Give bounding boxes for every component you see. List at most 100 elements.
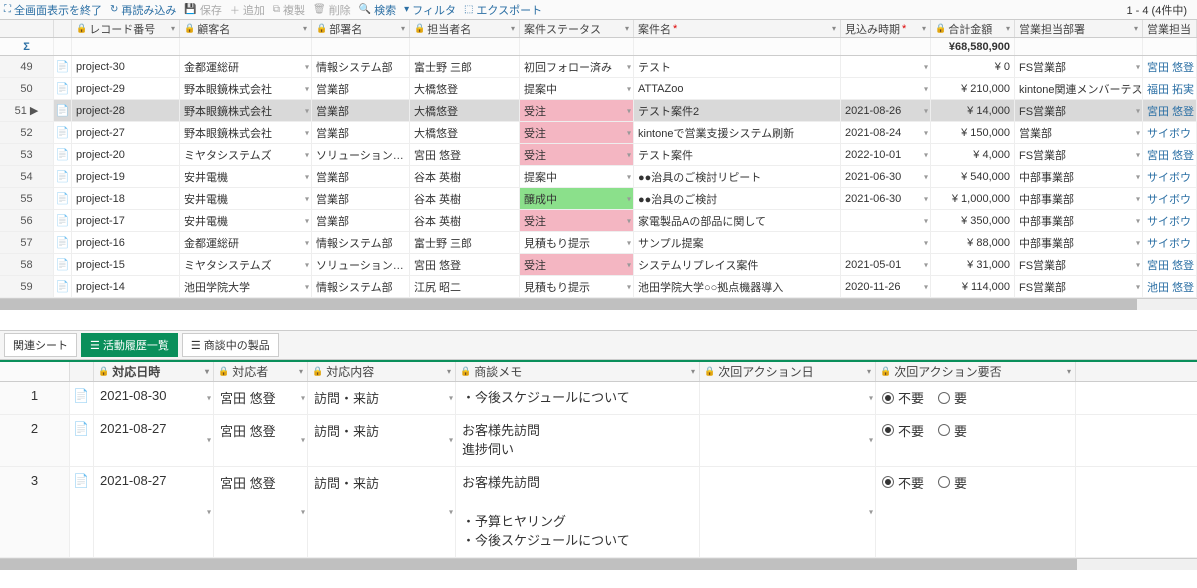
department-cell[interactable]: 営業部	[312, 78, 410, 99]
amount-cell[interactable]: ¥ 210,000	[931, 78, 1015, 99]
table-row[interactable]: 49📄project-30金都運総研▾情報システム部富士野 三郎初回フォロー済み…	[0, 56, 1197, 78]
table-row[interactable]: 54📄project-19安井電機▾営業部谷本 英樹提案中▾●●治具のご検討リピ…	[0, 166, 1197, 188]
record-icon[interactable]: 📄	[54, 78, 72, 99]
chevron-down-icon[interactable]: ▾	[924, 216, 928, 225]
customer-cell[interactable]: 安井電機▾	[180, 188, 312, 209]
record-no-cell[interactable]: project-29	[72, 78, 180, 99]
status-cell[interactable]: 醸成中▾	[520, 188, 634, 209]
anken-cell[interactable]: システムリプレイス案件	[634, 254, 841, 275]
record-icon[interactable]: 📄	[54, 276, 72, 297]
chevron-down-icon[interactable]: ▾	[301, 436, 305, 445]
sales-owner-cell[interactable]: 池田 悠登	[1143, 276, 1197, 297]
due-cell[interactable]: ▾	[841, 210, 931, 231]
person-cell[interactable]: 宮田 悠登▾	[214, 415, 308, 466]
record-no-cell[interactable]: project-17	[72, 210, 180, 231]
department-cell[interactable]: 営業部	[312, 166, 410, 187]
due-cell[interactable]: 2022-10-01▾	[841, 144, 931, 165]
table-row[interactable]: 57📄project-16金都運総研▾情報システム部富士野 三郎見積もり提示▾サ…	[0, 232, 1197, 254]
sub-col-content[interactable]: 🔒対応内容▾	[308, 362, 456, 381]
chevron-down-icon[interactable]: ▾	[627, 84, 631, 93]
sub-col-icon[interactable]	[70, 362, 94, 381]
col-record-no[interactable]: 🔒レコード番号▾	[72, 20, 180, 37]
record-no-cell[interactable]: project-14	[72, 276, 180, 297]
chevron-down-icon[interactable]: ▾	[1136, 194, 1140, 203]
record-no-cell[interactable]: project-18	[72, 188, 180, 209]
customer-cell[interactable]: 安井電機▾	[180, 210, 312, 231]
col-customer[interactable]: 🔒顧客名▾	[180, 20, 312, 37]
action-cell[interactable]: 不要要	[876, 382, 1076, 414]
chevron-down-icon[interactable]: ▾	[305, 62, 309, 71]
chevron-down-icon[interactable]: ▾	[305, 128, 309, 137]
amount-cell[interactable]: ¥ 14,000	[931, 100, 1015, 121]
department-cell[interactable]: ソリューション…	[312, 254, 410, 275]
chevron-down-icon[interactable]: ▾	[627, 150, 631, 159]
chevron-down-icon[interactable]: ▾	[627, 62, 631, 71]
chevron-down-icon[interactable]: ▾	[869, 393, 873, 402]
search-button[interactable]: 🔍検索	[359, 2, 396, 18]
chevron-down-icon[interactable]: ▾	[447, 367, 451, 376]
chevron-down-icon[interactable]: ▾	[449, 436, 453, 445]
anken-cell[interactable]: 池田学院大学○○拠点機器導入	[634, 276, 841, 297]
chevron-down-icon[interactable]: ▾	[869, 436, 873, 445]
status-cell[interactable]: 受注▾	[520, 144, 634, 165]
action-cell[interactable]: 不要要	[876, 467, 1076, 557]
chevron-down-icon[interactable]: ▾	[171, 24, 175, 33]
customer-cell[interactable]: 池田学院大学▾	[180, 276, 312, 297]
chevron-down-icon[interactable]: ▾	[627, 216, 631, 225]
horizontal-scrollbar[interactable]	[0, 298, 1197, 310]
memo-cell[interactable]: ・今後スケジュールについて	[456, 382, 700, 414]
radio-yes[interactable]: 要	[938, 473, 967, 492]
sub-col-next-date[interactable]: 🔒次回アクション日▾	[700, 362, 876, 381]
record-icon[interactable]: 📄	[54, 210, 72, 231]
chevron-down-icon[interactable]: ▾	[627, 172, 631, 181]
amount-cell[interactable]: ¥ 31,000	[931, 254, 1015, 275]
sub-horizontal-scrollbar[interactable]	[0, 558, 1197, 570]
chevron-down-icon[interactable]: ▾	[305, 106, 309, 115]
next-date-cell[interactable]: ▾	[700, 415, 876, 466]
record-no-cell[interactable]: project-19	[72, 166, 180, 187]
status-cell[interactable]: 見積もり提示▾	[520, 232, 634, 253]
memo-cell[interactable]: お客様先訪問進捗伺い	[456, 415, 700, 466]
sales-owner-cell[interactable]: サイボウ	[1143, 122, 1197, 143]
copy-button[interactable]: ⧉複製	[273, 2, 305, 18]
owner-cell[interactable]: 谷本 英樹	[410, 188, 520, 209]
sales-dept-cell[interactable]: FS営業部▾	[1015, 144, 1143, 165]
due-cell[interactable]: 2021-08-26▾	[841, 100, 931, 121]
chevron-down-icon[interactable]: ▾	[867, 367, 871, 376]
anken-cell[interactable]: kintoneで営業支援システム刷新	[634, 122, 841, 143]
radio-no[interactable]: 不要	[882, 388, 924, 407]
owner-cell[interactable]: 富士野 三郎	[410, 56, 520, 77]
record-icon[interactable]: 📄	[54, 122, 72, 143]
customer-cell[interactable]: 野本眼鏡株式会社▾	[180, 122, 312, 143]
filter-button[interactable]: ▾フィルタ	[404, 2, 456, 18]
table-row[interactable]: 52📄project-27野本眼鏡株式会社▾営業部大橋悠登受注▾kintoneで…	[0, 122, 1197, 144]
amount-cell[interactable]: ¥ 88,000	[931, 232, 1015, 253]
anken-cell[interactable]: テスト案件	[634, 144, 841, 165]
amount-cell[interactable]: ¥ 4,000	[931, 144, 1015, 165]
due-cell[interactable]: 2021-06-30▾	[841, 188, 931, 209]
customer-cell[interactable]: ミヤタシステムズ▾	[180, 254, 312, 275]
chevron-down-icon[interactable]: ▾	[627, 282, 631, 291]
chevron-down-icon[interactable]: ▾	[1136, 216, 1140, 225]
record-icon[interactable]: 📄	[54, 254, 72, 275]
chevron-down-icon[interactable]: ▾	[832, 24, 836, 33]
chevron-down-icon[interactable]: ▾	[305, 282, 309, 291]
department-cell[interactable]: 営業部	[312, 188, 410, 209]
owner-cell[interactable]: 谷本 英樹	[410, 210, 520, 231]
content-cell[interactable]: 訪問・来訪▾	[308, 467, 456, 557]
owner-cell[interactable]: 宮田 悠登	[410, 144, 520, 165]
department-cell[interactable]: ソリューション…	[312, 144, 410, 165]
col-status[interactable]: 案件ステータス▾	[520, 20, 634, 37]
sales-owner-cell[interactable]: サイボウ	[1143, 210, 1197, 231]
sales-dept-cell[interactable]: 営業部▾	[1015, 122, 1143, 143]
col-icon[interactable]	[54, 20, 72, 37]
customer-cell[interactable]: ミヤタシステムズ▾	[180, 144, 312, 165]
reload-button[interactable]: ↻再読み込み	[110, 2, 176, 18]
export-button[interactable]: ⬚エクスポート	[464, 2, 542, 18]
sales-dept-cell[interactable]: 中部事業部▾	[1015, 210, 1143, 231]
chevron-down-icon[interactable]: ▾	[922, 24, 926, 33]
date-cell[interactable]: 2021-08-27▾	[94, 467, 214, 557]
customer-cell[interactable]: 金都運総研▾	[180, 56, 312, 77]
amount-cell[interactable]: ¥ 1,000,000	[931, 188, 1015, 209]
record-no-cell[interactable]: project-30	[72, 56, 180, 77]
